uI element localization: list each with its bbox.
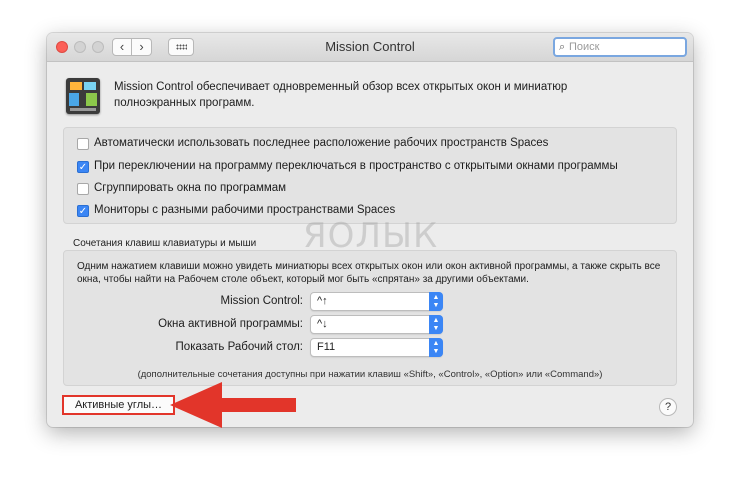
annotation-arrow-icon bbox=[170, 382, 296, 428]
checkbox-label: При переключении на программу переключат… bbox=[94, 160, 618, 172]
checkbox[interactable]: ✓ bbox=[77, 205, 89, 217]
shortcut-row: Показать Рабочий стол: F11 ▲ ▼ bbox=[64, 338, 676, 358]
select-value: F11 bbox=[317, 341, 336, 353]
chevron-updown-icon: ▲ ▼ bbox=[429, 315, 443, 334]
checkbox[interactable] bbox=[77, 183, 89, 195]
search-icon: ⌕ bbox=[559, 41, 566, 53]
shortcuts-section-title: Сочетания клавиш клавиатуры и мыши bbox=[73, 238, 257, 249]
options-panel: Автоматически использовать последнее рас… bbox=[63, 127, 677, 224]
checkbox[interactable] bbox=[77, 138, 89, 150]
shortcut-label: Окна активной программы: bbox=[158, 318, 303, 330]
app-windows-shortcut-select[interactable]: ^↓ ▲ ▼ bbox=[310, 315, 443, 334]
mission-control-shortcut-select[interactable]: ^↑ ▲ ▼ bbox=[310, 292, 443, 311]
watermark: ЯОЛЫК bbox=[303, 216, 439, 256]
show-desktop-shortcut-select[interactable]: F11 ▲ ▼ bbox=[310, 338, 443, 357]
chevron-updown-icon: ▲ ▼ bbox=[429, 338, 443, 357]
shortcuts-note: (дополнительные сочетания доступны при н… bbox=[137, 369, 603, 380]
chevron-updown-icon: ▲ ▼ bbox=[429, 292, 443, 311]
checkbox-label: Мониторы с разными рабочими пространства… bbox=[94, 204, 396, 216]
pane-description: Mission Control обеспечивает одновременн… bbox=[114, 81, 568, 109]
shortcut-row: Mission Control: ^↑ ▲ ▼ bbox=[64, 292, 676, 312]
title-bar: ‹ › Mission Control ⌕ bbox=[47, 33, 693, 62]
shortcuts-description: Одним нажатием клавиши можно увидеть мин… bbox=[77, 261, 661, 285]
select-value: ^↑ bbox=[317, 295, 328, 307]
select-value: ^↓ bbox=[317, 318, 328, 330]
shortcut-label: Mission Control: bbox=[220, 295, 303, 307]
checkbox-label: Автоматически использовать последнее рас… bbox=[94, 137, 549, 149]
mission-control-icon bbox=[66, 78, 100, 114]
hot-corners-button[interactable]: Активные углы… bbox=[62, 395, 175, 415]
shortcut-row: Окна активной программы: ^↓ ▲ ▼ bbox=[64, 315, 676, 335]
help-button[interactable]: ? bbox=[659, 398, 677, 416]
shortcuts-panel: Одним нажатием клавиши можно увидеть мин… bbox=[63, 250, 677, 386]
shortcut-label: Показать Рабочий стол: bbox=[175, 341, 303, 353]
search-field[interactable]: ⌕ bbox=[553, 37, 687, 57]
search-input[interactable] bbox=[569, 40, 679, 54]
checkbox-label: Сгруппировать окна по программам bbox=[94, 182, 287, 194]
checkbox[interactable]: ✓ bbox=[77, 161, 89, 173]
